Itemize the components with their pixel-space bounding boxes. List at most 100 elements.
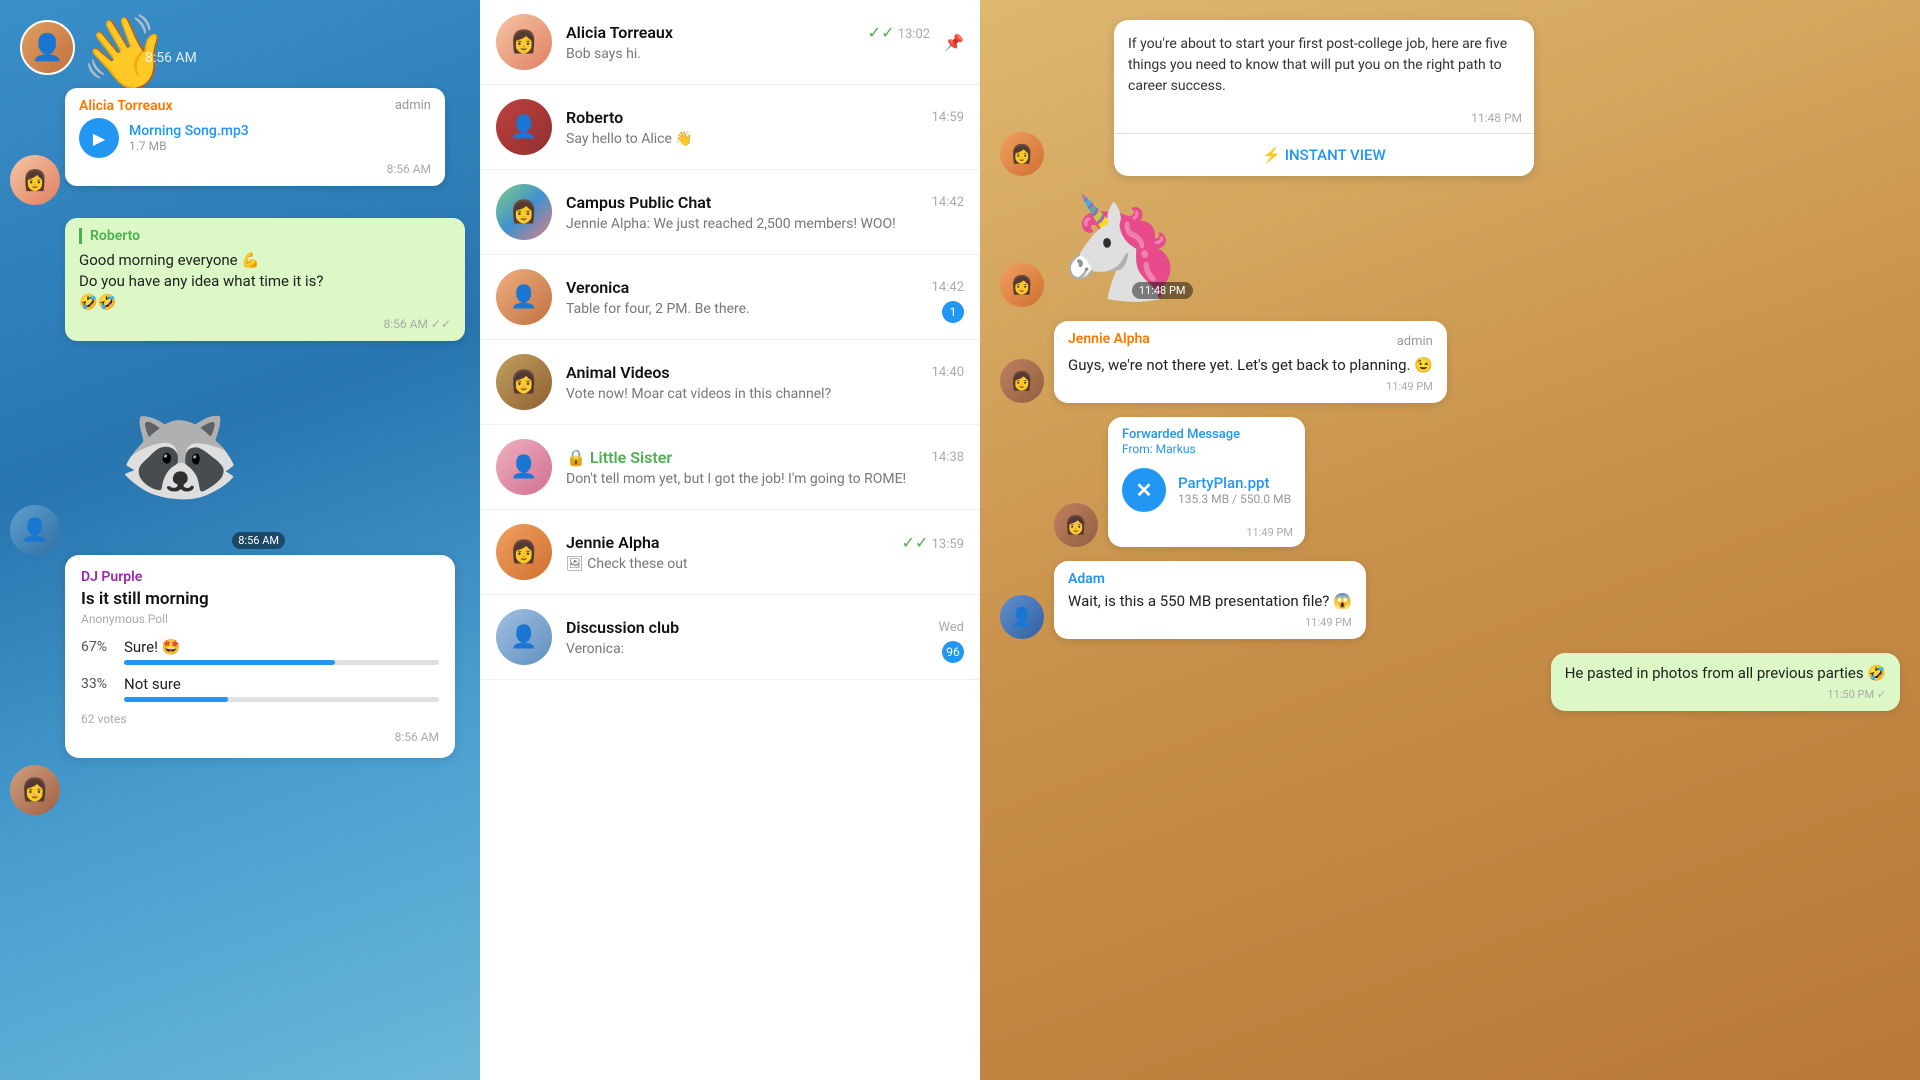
green-bubble-line2: Do you have any idea what time it is? xyxy=(79,271,451,292)
chat-preview: Jennie Alpha: We just reached 2,500 memb… xyxy=(566,216,964,232)
right-messages: 👩 If you're about to start your first po… xyxy=(980,0,1920,1080)
instant-view-button[interactable]: ⚡ INSTANT VIEW xyxy=(1114,133,1534,176)
adam-time: 11:49 PM xyxy=(1068,616,1352,629)
article-time: 11:48 PM xyxy=(1114,111,1534,133)
forwarded-time: 11:49 PM xyxy=(1108,526,1305,547)
jennie-time: 11:49 PM xyxy=(1068,380,1433,393)
chat-time: ✓✓ 13:59 xyxy=(902,533,964,552)
green-sender-name: Roberto xyxy=(79,228,451,244)
poll-question: Is it still morning xyxy=(81,589,439,609)
jennie-bubble: Jennie Alpha admin Guys, we're not there… xyxy=(1054,321,1447,403)
chat-item[interactable]: 👩 Alicia Torreaux ✓✓ 13:02 Bob says hi. 📌 xyxy=(480,0,980,85)
chat-item[interactable]: 👤 Roberto 14:59 Say hello to Alice 👋 xyxy=(480,85,980,170)
own-time: 11:50 PM ✓ xyxy=(1565,688,1886,701)
chat-time: 14:42 xyxy=(932,195,964,210)
audio-message-bubble: Alicia Torreaux admin ▶ Morning Song.mp3… xyxy=(65,88,445,186)
double-check-icon: ✓✓ xyxy=(902,533,929,552)
chat-content: Alicia Torreaux ✓✓ 13:02 Bob says hi. xyxy=(566,23,930,62)
avatar-jennie: 👩 xyxy=(1000,359,1044,403)
pin-icon: 📌 xyxy=(944,33,964,52)
chat-item[interactable]: 👤Discussion clubWedVeronica:96 xyxy=(480,595,980,680)
unicorn-sticker: 🦄 11:48 PM xyxy=(1058,190,1183,307)
avatar-top-left: 👤 xyxy=(20,20,75,75)
poll-bar-1 xyxy=(124,660,335,665)
chat-avatar: 👩 xyxy=(496,524,552,580)
chat-preview: Say hello to Alice 👋 xyxy=(566,131,964,147)
forwarded-from: From: Markus xyxy=(1122,442,1291,456)
right-chat-panel: 👩 If you're about to start your first po… xyxy=(980,0,1920,1080)
unicorn-sticker-row: 👩 🦄 11:48 PM xyxy=(1000,190,1900,307)
chat-avatar: 👤 xyxy=(496,269,552,325)
chat-name: Roberto xyxy=(566,108,623,127)
chat-item[interactable]: 👩 Animal Videos14:40Vote now! Moar cat vi… xyxy=(480,340,980,425)
chat-item[interactable]: 👤 🔒 Little Sister14:38Don't tell mom yet,… xyxy=(480,425,980,510)
green-message-bubble: Roberto Good morning everyone 💪 Do you h… xyxy=(65,218,465,341)
jennie-admin: admin xyxy=(1397,334,1433,349)
audio-title: Morning Song.mp3 xyxy=(129,123,431,139)
poll-label-2: Not sure xyxy=(124,675,181,693)
chat-time: 14:59 xyxy=(932,110,964,125)
chat-avatar: 👤 xyxy=(496,609,552,665)
chat-name: Alicia Torreaux xyxy=(566,23,673,42)
jennie-message-row: 👩 Jennie Alpha admin Guys, we're not the… xyxy=(1000,321,1900,403)
chat-content: Discussion club Wed Veronica: xyxy=(566,618,964,657)
chat-content: Campus Public Chat 14:42 Jennie Alpha: We … xyxy=(566,193,964,232)
chat-preview: Vote now! Moar cat videos in this channe… xyxy=(566,386,964,402)
chat-name: Campus Public Chat xyxy=(566,193,711,212)
chat-preview: Bob says hi. xyxy=(566,46,930,62)
green-bubble-time: 8:56 AM ✓✓ xyxy=(79,317,451,331)
chat-content: 🔒 Little Sister14:38Don't tell mom yet, … xyxy=(566,448,964,487)
avatar-article-sender: 👩 xyxy=(1000,132,1044,176)
poll-pct-1: 67% xyxy=(81,639,116,655)
avatar-bottom-1: 👤 xyxy=(10,505,60,555)
double-check-icon: ✓✓ xyxy=(868,23,895,42)
chat-time: ✓✓ 13:02 xyxy=(868,23,930,42)
own-message-row: He pasted in photos from all previous pa… xyxy=(1000,653,1900,711)
play-button[interactable]: ▶ xyxy=(79,118,119,158)
chat-name: Veronica xyxy=(566,278,629,297)
chat-list-panel: 👩 Alicia Torreaux ✓✓ 13:02 Bob says hi. 📌 👤 Ro… xyxy=(480,0,980,1080)
chat-avatar: 👩 xyxy=(496,354,552,410)
file-x-icon: ✕ xyxy=(1136,478,1153,502)
chat-content: Animal Videos14:40Vote now! Moar cat vid… xyxy=(566,363,964,402)
chat-name: Discussion club xyxy=(566,618,679,637)
avatar-unicorn-sender: 👩 xyxy=(1000,263,1044,307)
chat-item[interactable]: 👤 Veronica14:42Table for four, 2 PM. Be t… xyxy=(480,255,980,340)
chat-item[interactable]: 👩Jennie Alpha✓✓ 13:59🖼 Check these out xyxy=(480,510,980,595)
forwarded-message-row: 👩 Forwarded Message From: Markus ✕ Party… xyxy=(1000,417,1900,547)
chat-item[interactable]: 👩Campus Public Chat14:42Jennie Alpha: We… xyxy=(480,170,980,255)
adam-message-row: 👤 Adam Wait, is this a 550 MB presentati… xyxy=(1000,561,1900,639)
adam-bubble: Adam Wait, is this a 550 MB presentation… xyxy=(1054,561,1366,639)
forwarded-label: Forwarded Message xyxy=(1122,427,1291,442)
chat-avatar: 👤 xyxy=(496,99,552,155)
own-bubble: He pasted in photos from all previous pa… xyxy=(1551,653,1900,711)
chat-preview: Veronica: xyxy=(566,641,964,657)
chat-time: Wed xyxy=(938,620,964,635)
chat-content: Roberto 14:59 Say hello to Alice 👋 xyxy=(566,108,964,147)
article-bubble: If you're about to start your first post… xyxy=(1114,20,1534,176)
chat-preview: Don't tell mom yet, but I got the job! I… xyxy=(566,471,964,487)
article-message-row: 👩 If you're about to start your first po… xyxy=(1000,20,1900,176)
poll-option-1: 67% Sure! 🤩 xyxy=(81,638,439,665)
chat-time: 14:40 xyxy=(932,365,964,380)
sticker-time: 8:56 AM xyxy=(232,532,285,549)
audio-time: 8:56 AM xyxy=(79,162,431,176)
green-bubble-line1: Good morning everyone 💪 xyxy=(79,250,451,271)
poll-pct-2: 33% xyxy=(81,676,116,692)
chat-avatar: 👩 xyxy=(496,14,552,70)
own-text: He pasted in photos from all previous pa… xyxy=(1565,663,1886,684)
article-text: If you're about to start your first post… xyxy=(1114,20,1534,111)
poll-time: 8:56 AM xyxy=(81,730,439,744)
chat-content: Veronica14:42Table for four, 2 PM. Be th… xyxy=(566,278,964,317)
time-top: 8:56 AM xyxy=(145,50,197,66)
chat-list: 👩 Alicia Torreaux ✓✓ 13:02 Bob says hi. 📌 👤 Ro… xyxy=(480,0,980,680)
panda-sticker: 🦝 8:56 AM xyxy=(65,355,295,555)
chat-avatar: 👤 xyxy=(496,439,552,495)
avatar-adam: 👤 xyxy=(1000,595,1044,639)
unicorn-time: 11:48 PM xyxy=(1132,282,1193,299)
adam-sender: Adam xyxy=(1068,571,1352,587)
unread-badge: 1 xyxy=(942,301,964,323)
poll-label-1: Sure! 🤩 xyxy=(124,638,180,656)
poll-type: Anonymous Poll xyxy=(81,612,439,626)
file-icon: ✕ xyxy=(1122,468,1166,512)
